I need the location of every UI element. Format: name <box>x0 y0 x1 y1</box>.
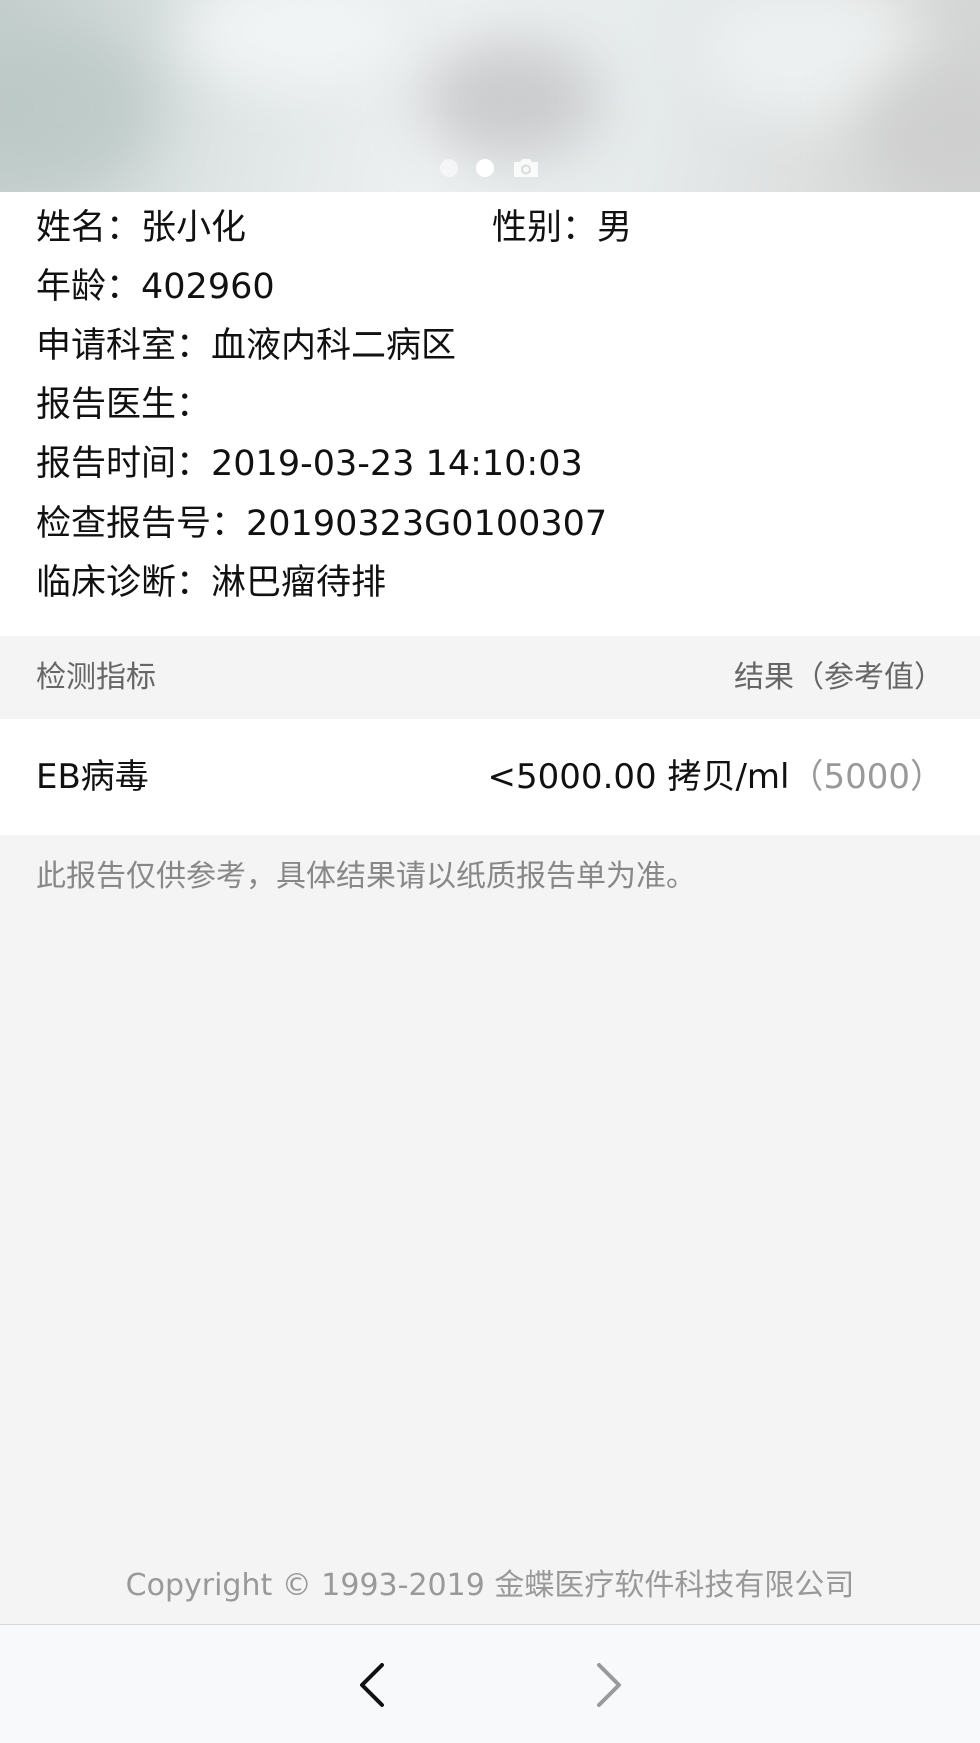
carousel-dot-2-active[interactable] <box>476 159 494 177</box>
report-number-label: 检查报告号： <box>36 504 247 544</box>
gender-label: 性别： <box>492 208 598 248</box>
patient-name-row: 姓名：张小化 <box>36 204 246 252</box>
department-label: 申请科室： <box>36 326 212 366</box>
gender-value: 男 <box>597 208 633 248</box>
report-time-value: 2019-03-23 14:10:03 <box>211 444 583 484</box>
diagnosis-label: 临床诊断： <box>36 563 212 603</box>
age-value: 402960 <box>141 267 275 307</box>
patient-age-row: 年龄：402960 <box>36 263 275 311</box>
table-row: EB病毒 <5000.00 拷贝/ml（5000） <box>0 719 980 835</box>
department-value: 血液内科二病区 <box>211 326 457 366</box>
result-reference: （5000） <box>789 757 944 797</box>
copyright-text: Copyright © 1993-2019 金蝶医疗软件科技有限公司 <box>125 1568 855 1603</box>
carousel-indicators <box>0 157 980 179</box>
result-item-name: EB病毒 <box>36 757 149 797</box>
chevron-right-icon[interactable] <box>577 1655 637 1715</box>
report-number-row: 检查报告号：20190323G0100307 <box>36 500 607 548</box>
header-indicator: 检测指标 <box>36 660 156 695</box>
report-number-value: 20190323G0100307 <box>246 504 608 544</box>
name-label: 姓名： <box>36 208 142 248</box>
banner-image-blur <box>420 40 600 160</box>
banner-image-blur <box>180 0 400 90</box>
result-item-value: <5000.00 拷贝/ml（5000） <box>488 719 944 835</box>
department-row: 申请科室：血液内科二病区 <box>36 322 456 370</box>
report-time-label: 报告时间： <box>36 444 212 484</box>
doctor-row: 报告医生： <box>36 381 211 429</box>
age-label: 年龄： <box>36 267 142 307</box>
carousel-dot-1[interactable] <box>440 159 458 177</box>
results-table-header: 检测指标 结果（参考值） <box>0 636 980 719</box>
result-value: <5000.00 拷贝/ml <box>487 757 790 797</box>
patient-gender-row: 性别：男 <box>492 204 632 252</box>
banner-carousel[interactable] <box>0 0 980 192</box>
diagnosis-row: 临床诊断：淋巴瘤待排 <box>36 559 386 607</box>
report-page: 姓名：张小化 性别：男 年龄：402960 申请科室：血液内科二病区 报告医生：… <box>0 0 980 1743</box>
doctor-label: 报告医生： <box>36 385 212 425</box>
report-time-row: 报告时间：2019-03-23 14:10:03 <box>36 440 583 488</box>
patient-info-card: 姓名：张小化 性别：男 年龄：402960 申请科室：血液内科二病区 报告医生：… <box>0 192 980 636</box>
name-value: 张小化 <box>141 208 247 248</box>
camera-icon[interactable] <box>512 157 540 179</box>
disclaimer-note: 此报告仅供参考，具体结果请以纸质报告单为准。 <box>36 859 696 894</box>
bottom-navigation-bar <box>0 1624 980 1743</box>
diagnosis-value: 淋巴瘤待排 <box>211 563 387 603</box>
header-result: 结果（参考值） <box>734 660 944 695</box>
chevron-left-icon[interactable] <box>344 1655 404 1715</box>
